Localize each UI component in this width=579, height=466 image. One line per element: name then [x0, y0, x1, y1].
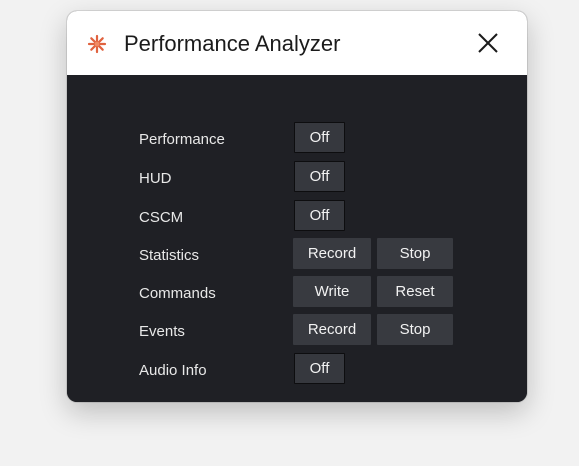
row-label-commands: Commands	[139, 285, 216, 302]
row-label-events: Events	[139, 323, 185, 340]
app-logo-icon	[87, 34, 107, 54]
events-stop-button[interactable]: Stop	[377, 314, 453, 345]
audio-info-toggle-button[interactable]: Off	[294, 353, 345, 384]
performance-toggle-button[interactable]: Off	[294, 122, 345, 153]
title-bar: Performance Analyzer	[67, 11, 527, 75]
row-label-performance: Performance	[139, 131, 225, 148]
close-button[interactable]	[470, 27, 506, 59]
performance-analyzer-window: Performance Analyzer Performance Off HUD…	[67, 11, 527, 402]
commands-write-button[interactable]: Write	[293, 276, 371, 307]
hud-toggle-button[interactable]: Off	[294, 161, 345, 192]
row-label-statistics: Statistics	[139, 247, 200, 264]
events-record-button[interactable]: Record	[293, 314, 371, 345]
row-label-audio-info: Audio Info	[139, 362, 207, 379]
commands-reset-button[interactable]: Reset	[377, 276, 453, 307]
close-icon	[478, 33, 498, 53]
row-label-cscm: CSCM	[139, 209, 184, 226]
cscm-toggle-button[interactable]: Off	[294, 200, 345, 231]
row-label-hud: HUD	[139, 170, 172, 187]
statistics-stop-button[interactable]: Stop	[377, 238, 453, 269]
window-title: Performance Analyzer	[124, 31, 341, 56]
statistics-record-button[interactable]: Record	[293, 238, 371, 269]
settings-panel: Performance Off HUD Off CSCM Off Statist…	[67, 75, 527, 402]
